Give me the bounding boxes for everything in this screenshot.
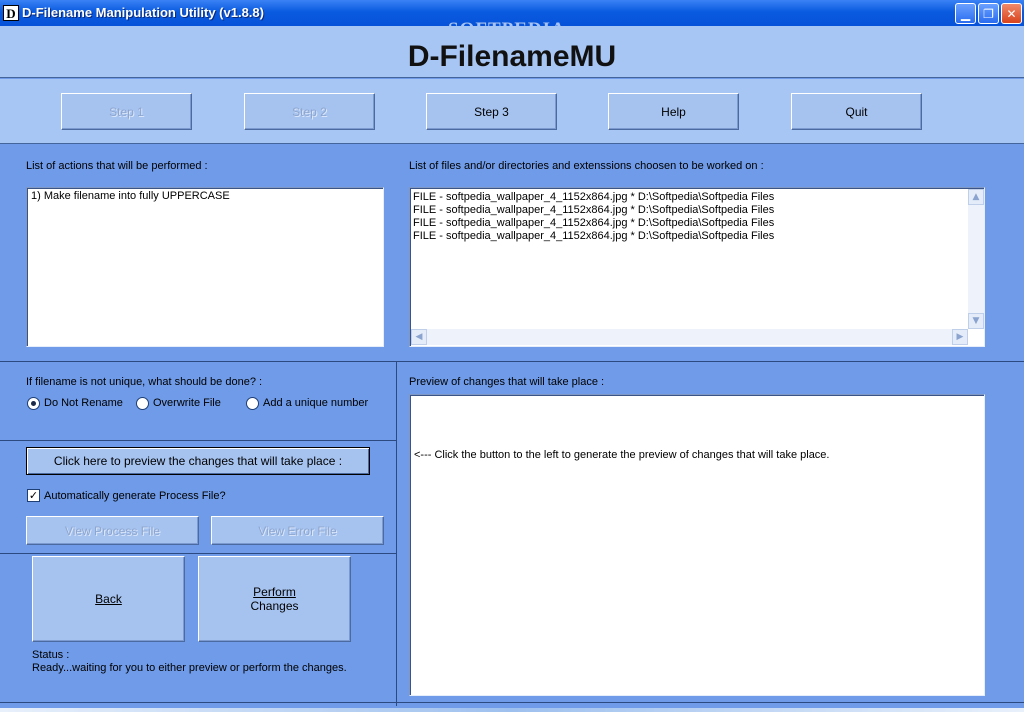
radio-add-unique-number-label[interactable]: Add a unique number [263, 397, 368, 409]
list-item[interactable]: FILE - softpedia_wallpaper_4_1152x864.jp… [413, 204, 774, 217]
divider [0, 440, 396, 441]
restore-icon[interactable]: ❐ [978, 3, 999, 24]
vertical-scrollbar[interactable]: ▲ ▼ [968, 189, 984, 329]
divider [0, 361, 1024, 362]
horizontal-scrollbar[interactable]: ◀ ▶ [411, 329, 968, 345]
preview-label: Preview of changes that will take place … [409, 376, 605, 388]
step-3-button[interactable]: Step 3 [426, 93, 557, 130]
scroll-right-icon[interactable]: ▶ [952, 329, 968, 345]
list-item[interactable]: FILE - softpedia_wallpaper_4_1152x864.jp… [413, 217, 774, 230]
back-label: Back [95, 592, 122, 606]
view-error-file-label: View Error File [258, 523, 337, 538]
radio-do-not-rename[interactable] [27, 397, 40, 410]
actions-label: List of actions that will be performed : [26, 160, 208, 172]
help-label: Help [661, 104, 686, 119]
list-item[interactable]: FILE - softpedia_wallpaper_4_1152x864.jp… [413, 191, 774, 204]
step-1-button[interactable]: Step 1 [61, 93, 192, 130]
app-name: D-FilenameMU [407, 40, 617, 73]
actions-list[interactable]: 1) Make filename into fully UPPERCASE [26, 187, 384, 347]
radio-overwrite-file[interactable] [136, 397, 149, 410]
status-text: Ready...waiting for you to either previe… [32, 662, 347, 674]
back-button[interactable]: Back [32, 556, 185, 642]
radio-add-unique-number[interactable] [246, 397, 259, 410]
divider [396, 361, 397, 706]
quit-button[interactable]: Quit [791, 93, 922, 130]
perform-label-line2: Changes [250, 599, 299, 613]
view-error-file-button[interactable]: View Error File [211, 516, 384, 545]
auto-process-label[interactable]: Automatically generate Process File? [44, 490, 226, 502]
radio-do-not-rename-label[interactable]: Do Not Rename [44, 397, 123, 409]
step-2-label: Step 2 [292, 104, 327, 119]
step-3-label: Step 3 [474, 104, 509, 119]
scroll-up-icon[interactable]: ▲ [968, 189, 984, 205]
step-2-button[interactable]: Step 2 [244, 93, 375, 130]
perform-label-line1: Perform [253, 585, 296, 599]
scroll-left-icon[interactable]: ◀ [411, 329, 427, 345]
radio-overwrite-file-label[interactable]: Overwrite File [153, 397, 221, 409]
help-button[interactable]: Help [608, 93, 739, 130]
window-title: D-Filename Manipulation Utility (v1.8.8) [22, 5, 264, 20]
list-item[interactable]: FILE - softpedia_wallpaper_4_1152x864.jp… [413, 230, 774, 243]
preview-changes-label: Click here to preview the changes that w… [53, 454, 343, 468]
view-process-file-label: View Process File [64, 523, 161, 538]
unique-label: If filename is not unique, what should b… [26, 376, 263, 388]
list-item[interactable]: 1) Make filename into fully UPPERCASE [31, 190, 379, 203]
divider [0, 702, 1024, 703]
files-label: List of files and/or directories and ext… [409, 160, 764, 172]
preview-hint-text: <--- Click the button to the left to gen… [414, 449, 830, 461]
taskbar-strip [0, 708, 1024, 712]
preview-box[interactable]: <--- Click the button to the left to gen… [409, 394, 985, 696]
app-icon[interactable]: D [3, 5, 19, 21]
status-label: Status : [32, 649, 70, 661]
auto-process-checkbox[interactable]: ✓ [27, 489, 40, 502]
step-1-label: Step 1 [109, 104, 144, 119]
minimize-icon[interactable]: ▁ [955, 3, 976, 24]
preview-changes-button[interactable]: Click here to preview the changes that w… [26, 447, 370, 475]
files-list[interactable]: FILE - softpedia_wallpaper_4_1152x864.jp… [409, 187, 985, 347]
close-icon[interactable]: ✕ [1001, 3, 1022, 24]
perform-changes-button[interactable]: Perform Changes [198, 556, 351, 642]
divider [0, 553, 396, 554]
view-process-file-button[interactable]: View Process File [26, 516, 199, 545]
scroll-down-icon[interactable]: ▼ [968, 313, 984, 329]
quit-label: Quit [845, 104, 868, 119]
